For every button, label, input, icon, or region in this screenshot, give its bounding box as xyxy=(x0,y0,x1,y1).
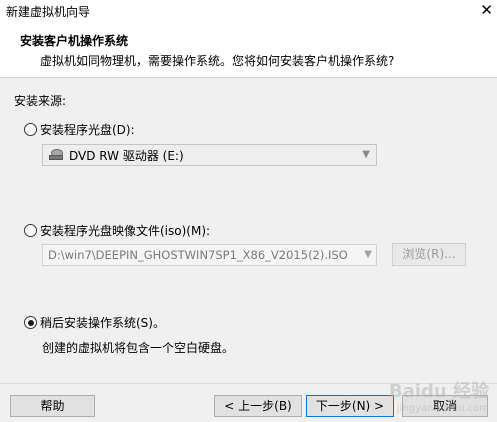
window-title: 新建虚拟机向导 xyxy=(6,5,91,19)
iso-path-value: D:\win7\DEEPIN_GHOSTWIN7SP1_X86_V2015(2)… xyxy=(48,248,348,262)
chevron-down-icon: ▼ xyxy=(364,249,372,260)
help-button[interactable]: 帮助 xyxy=(10,395,95,417)
page-subtitle: 虚拟机如同物理机，需要操作系统。您将如何安装客户机操作系统? xyxy=(40,54,395,68)
radio-installer-disc[interactable]: 安装程序光盘(D): xyxy=(24,121,135,138)
footer-divider xyxy=(0,383,497,384)
radio-label-iso-image: 安装程序光盘映像文件(iso)(M): xyxy=(40,224,211,238)
radio-install-later[interactable]: 稍后安装操作系统(S)。 xyxy=(24,314,165,331)
wizard-header: 安装客户机操作系统 虚拟机如同物理机，需要操作系统。您将如何安装客户机操作系统? xyxy=(0,22,497,78)
title-bar: 新建虚拟机向导 ✕ xyxy=(0,0,497,22)
iso-path-input[interactable]: D:\win7\DEEPIN_GHOSTWIN7SP1_X86_V2015(2)… xyxy=(42,244,377,266)
chevron-down-icon: ▼ xyxy=(362,149,370,160)
optical-drive-icon xyxy=(49,149,63,161)
radio-label-installer-disc: 安装程序光盘(D): xyxy=(40,123,135,137)
next-button[interactable]: 下一步(N) > xyxy=(306,395,394,417)
page-title: 安装客户机操作系统 xyxy=(20,34,129,48)
disc-drive-select[interactable]: DVD RW 驱动器 (E:) ▼ xyxy=(42,144,377,166)
disc-drive-value: DVD RW 驱动器 (E:) xyxy=(69,148,184,163)
radio-iso-image[interactable]: 安装程序光盘映像文件(iso)(M): xyxy=(24,222,210,239)
browse-button[interactable]: 浏览(R)... xyxy=(392,243,466,266)
radio-button[interactable] xyxy=(24,123,37,136)
cancel-button[interactable]: 取消 xyxy=(402,395,488,417)
back-button[interactable]: < 上一步(B) xyxy=(214,395,302,417)
radio-button-selected[interactable] xyxy=(24,316,37,329)
install-later-description: 创建的虚拟机将包含一个空白硬盘。 xyxy=(42,341,235,355)
close-icon[interactable]: ✕ xyxy=(480,1,493,19)
radio-label-install-later: 稍后安装操作系统(S)。 xyxy=(40,316,165,330)
install-source-label: 安装来源: xyxy=(14,94,67,108)
radio-button[interactable] xyxy=(24,224,37,237)
